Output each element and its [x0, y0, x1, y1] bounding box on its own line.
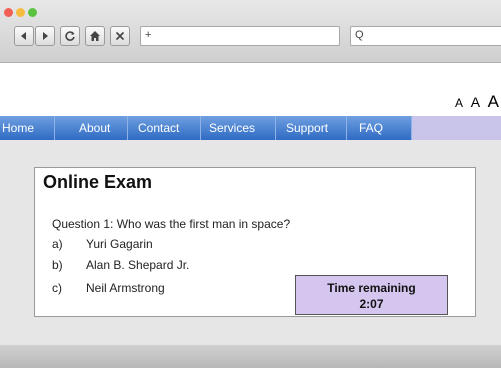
web-page: A A A Home About Contact Services Suppor… — [0, 63, 501, 345]
nav-bar: Home About Contact Services Support FAQ — [0, 116, 501, 140]
url-input[interactable]: + — [140, 26, 340, 46]
nav-faq[interactable]: FAQ — [347, 116, 412, 140]
timer-label: Time remaining — [327, 281, 416, 295]
browser-status-bar — [0, 345, 501, 368]
time-remaining-box: Time remaining 2:07 — [295, 275, 448, 315]
nav-home[interactable]: Home — [0, 116, 55, 140]
forward-arrow-icon — [43, 32, 48, 40]
text-size-controls: A A A — [451, 92, 499, 112]
back-button[interactable] — [14, 26, 34, 46]
nav-contact[interactable]: Contact — [128, 116, 201, 140]
close-window-button[interactable] — [4, 8, 13, 17]
stop-button[interactable] — [110, 26, 130, 46]
close-icon — [115, 31, 125, 41]
search-input[interactable]: Q — [350, 26, 501, 46]
nav-services[interactable]: Services — [201, 116, 276, 140]
text-size-small-button[interactable]: A — [455, 96, 463, 110]
text-size-medium-button[interactable]: A — [471, 94, 480, 110]
minimize-window-button[interactable] — [16, 8, 25, 17]
nav-about[interactable]: About — [55, 116, 128, 140]
option-text: Neil Armstrong — [86, 281, 165, 295]
nav-bar-fill — [412, 116, 501, 140]
exam-panel: Online Exam Question 1: Who was the firs… — [34, 167, 476, 317]
main-area: Online Exam Question 1: Who was the firs… — [0, 140, 501, 345]
option-letter: a) — [52, 237, 63, 251]
option-text: Alan B. Shepard Jr. — [86, 258, 190, 272]
answer-option-c[interactable]: c) Neil Armstrong — [52, 281, 165, 295]
reload-icon — [65, 31, 75, 41]
exam-title: Online Exam — [43, 172, 153, 192]
home-button[interactable] — [85, 26, 105, 46]
search-icon: Q — [355, 29, 364, 41]
home-icon — [90, 31, 100, 41]
answer-option-b[interactable]: b) Alan B. Shepard Jr. — [52, 258, 189, 272]
option-letter: b) — [52, 258, 63, 272]
option-text: Yuri Gagarin — [86, 237, 153, 251]
option-letter: c) — [52, 281, 62, 295]
timer-value: 2:07 — [359, 297, 384, 311]
answer-option-a[interactable]: a) Yuri Gagarin — [52, 237, 153, 251]
zoom-window-button[interactable] — [28, 8, 37, 17]
text-size-large-button[interactable]: A — [488, 92, 499, 111]
browser-chrome: + Q — [0, 0, 501, 63]
question-text: Question 1: Who was the first man in spa… — [52, 217, 291, 231]
nav-support[interactable]: Support — [276, 116, 347, 140]
reload-button[interactable] — [60, 26, 80, 46]
back-arrow-icon — [21, 32, 26, 40]
forward-button[interactable] — [35, 26, 55, 46]
